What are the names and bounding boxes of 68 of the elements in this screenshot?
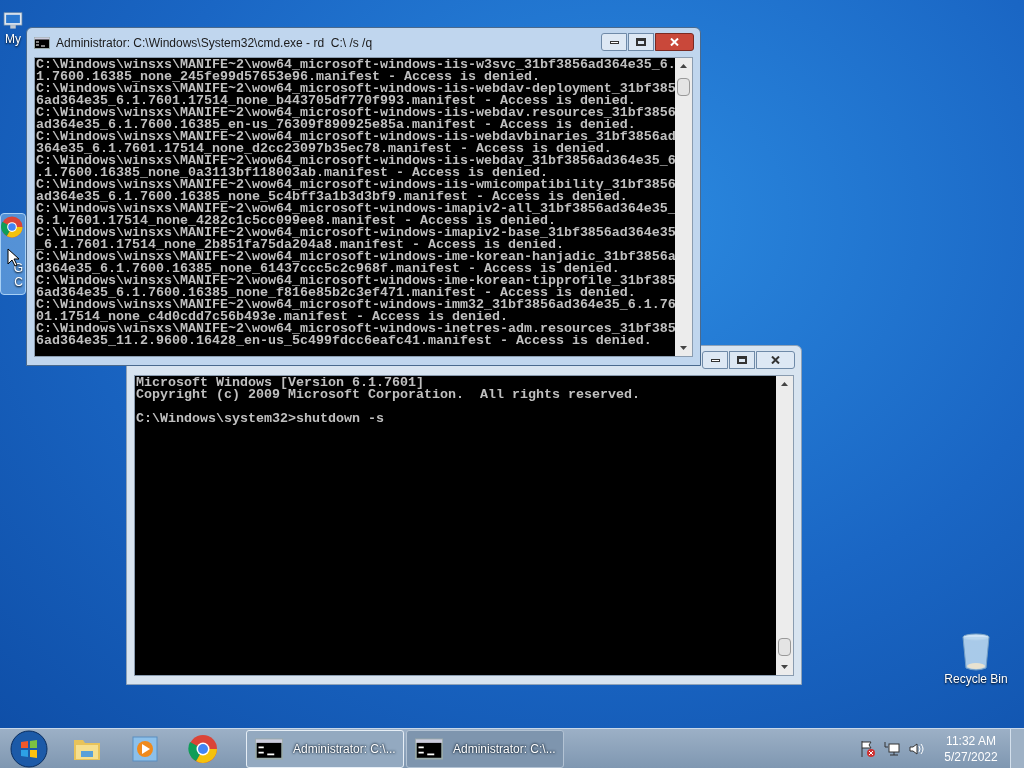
console-line: Microsoft Windows [Version 6.1.7601] xyxy=(136,377,424,389)
clock-date[interactable]: 5/27/2022 xyxy=(944,748,998,765)
desktop-icon[interactable]: My xyxy=(1,8,25,48)
window-title: Administrator: C:\Windows\System32\cmd.exe - rd C:\ /s /q xyxy=(56,34,373,52)
console-line: C:\Windows\winsxs\MANIFE~2\wow64_microsoft-windows-iis-wmicompatibility_31bf3856 xyxy=(36,179,675,191)
console-line: Copyright (c) 2009 Microsoft Corporation. All rights reserved. xyxy=(136,389,640,401)
console-line: C:\Windows\winsxs\MANIFE~2\wow64_microsoft-windows-iis-webdavbinaries_31bf3856ad xyxy=(36,131,675,143)
scrollbar[interactable] xyxy=(675,58,692,356)
console-icon xyxy=(255,737,283,760)
close-icon xyxy=(670,38,679,46)
scroll-down-icon[interactable] xyxy=(781,665,788,669)
desktop-icon-label: G xyxy=(13,261,23,275)
volume-icon[interactable] xyxy=(908,740,924,757)
maximize-button[interactable] xyxy=(628,33,654,51)
console-line: d364e35_6.1.7600.16385_none_61437ccc5c2c968f.manifest - Access is denied. xyxy=(36,263,620,275)
console-line: .1.7600.16385_none_0a3113bf118003ab.manifest - Access is denied. xyxy=(36,167,548,179)
console-line: C:\Windows\winsxs\MANIFE~2\wow64_microsoft-windows-imapiv2-base_31bf3856ad364e35 xyxy=(36,227,675,239)
start-button[interactable] xyxy=(10,729,48,768)
console-icon xyxy=(34,36,50,49)
console-line: ad364e35_6.1.7600.16385_en-us_76309f890925e85a.manifest - Access is denied. xyxy=(36,119,636,131)
console-line: C:\Windows\winsxs\MANIFE~2\wow64_microsoft-windows-imm32_31bf3856ad364e35_6.1.76 xyxy=(36,299,675,311)
maximize-icon xyxy=(636,38,646,46)
console-line: C:\Windows\winsxs\MANIFE~2\wow64_microsoft-windows-iis-webdav-deployment_31bf385 xyxy=(36,83,675,95)
minimize-icon xyxy=(609,40,619,44)
minimize-button[interactable] xyxy=(702,351,728,369)
console-line: C:\Windows\system32>shutdown -s xyxy=(136,413,384,425)
desktop-icon-label: My xyxy=(5,32,21,46)
desktop-icon[interactable]: Recycle Bin xyxy=(940,630,1012,688)
console-line: C:\Windows\winsxs\MANIFE~2\wow64_microsoft-windows-ime-korean-hanjadic_31bf3856a xyxy=(36,251,675,263)
console-line: 1.7600.16385_none_245fe99d57653e96.manifest - Access is denied. xyxy=(36,71,540,83)
console-line: 01.17514_none_c4d0cdd7c56b493e.manifest - Access is denied. xyxy=(36,311,508,323)
browser-icon xyxy=(0,215,24,239)
maximize-icon xyxy=(737,356,747,364)
close-button[interactable] xyxy=(756,351,795,369)
scrollbar[interactable] xyxy=(776,376,793,675)
action-center-flag-icon[interactable] xyxy=(860,739,876,758)
console-line: 6.1.7601.17514_none_4282c1c5cc099ee8.manifest - Access is denied. xyxy=(36,215,556,227)
scroll-up-icon[interactable] xyxy=(781,382,788,386)
scroll-thumb[interactable] xyxy=(677,78,690,96)
console-line: 6ad364e35_11.2.9600.16428_en-us_5c499fdcc6eafc41.manifest - Access is denied. xyxy=(36,335,652,347)
console-line: 6ad364e35_6.1.7601.17514_none_b443705df770f993.manifest - Access is denied. xyxy=(36,95,636,107)
computer-icon xyxy=(2,10,24,32)
browser-icon xyxy=(187,732,219,765)
minimize-button[interactable] xyxy=(601,33,627,51)
console-line: 6ad364e35_6.1.7600.16385_none_f816e85b2c3ef471.manifest - Access is denied. xyxy=(36,287,636,299)
console-line: _6.1.7601.17514_none_2b851fa75da204a8.manifest - Access is denied. xyxy=(36,239,564,251)
maximize-button[interactable] xyxy=(729,351,755,369)
scroll-up-icon[interactable] xyxy=(680,64,687,68)
console-line: C:\Windows\winsxs\MANIFE~2\wow64_microsoft-windows-iis-webdav_31bf3856ad364e35_6 xyxy=(36,155,675,167)
close-button[interactable] xyxy=(655,33,694,51)
console-line: C:\Windows\winsxs\MANIFE~2\wow64_microsoft-windows-ime-korean-tipprofile_31bf385 xyxy=(36,275,675,287)
clock-time[interactable]: 11:32 AM xyxy=(946,732,996,749)
console-line: C:\Windows\winsxs\MANIFE~2\wow64_microsoft-windows-iis-w3svc_31bf3856ad364e35_6. xyxy=(36,59,675,71)
desktop-icon-label: C xyxy=(14,275,23,289)
network-icon[interactable] xyxy=(884,740,900,757)
close-icon xyxy=(771,356,780,364)
console-line: C:\Windows\winsxs\MANIFE~2\wow64_microsoft-windows-imapiv2-all_31bf3856ad364e35_ xyxy=(36,203,675,215)
console-line: 364e35_6.1.7601.17514_none_d2cc23097b35ec78.manifest - Access is denied. xyxy=(36,143,612,155)
taskbar-window-button[interactable]: Administrator: C:\... xyxy=(246,729,404,768)
scroll-thumb[interactable] xyxy=(778,638,791,656)
console-line: C:\Windows\winsxs\MANIFE~2\wow64_microsoft-windows-iis-webdav.resources_31bf3856 xyxy=(36,107,675,119)
desktop-icon-label: Recycle Bin xyxy=(944,672,1008,686)
console-icon xyxy=(415,737,443,760)
scroll-down-icon[interactable] xyxy=(680,346,687,350)
taskbar-window-button[interactable]: Administrator: C:\... xyxy=(406,729,564,768)
minimize-icon xyxy=(710,358,720,362)
console-line: ad364e35_6.1.7600.16385_none_5c4bff3a1b3d3bf9.manifest - Access is denied. xyxy=(36,191,628,203)
console-line: C:\Windows\winsxs\MANIFE~2\wow64_microsoft-windows-inetres-adm.resources_31bf385 xyxy=(36,323,675,335)
